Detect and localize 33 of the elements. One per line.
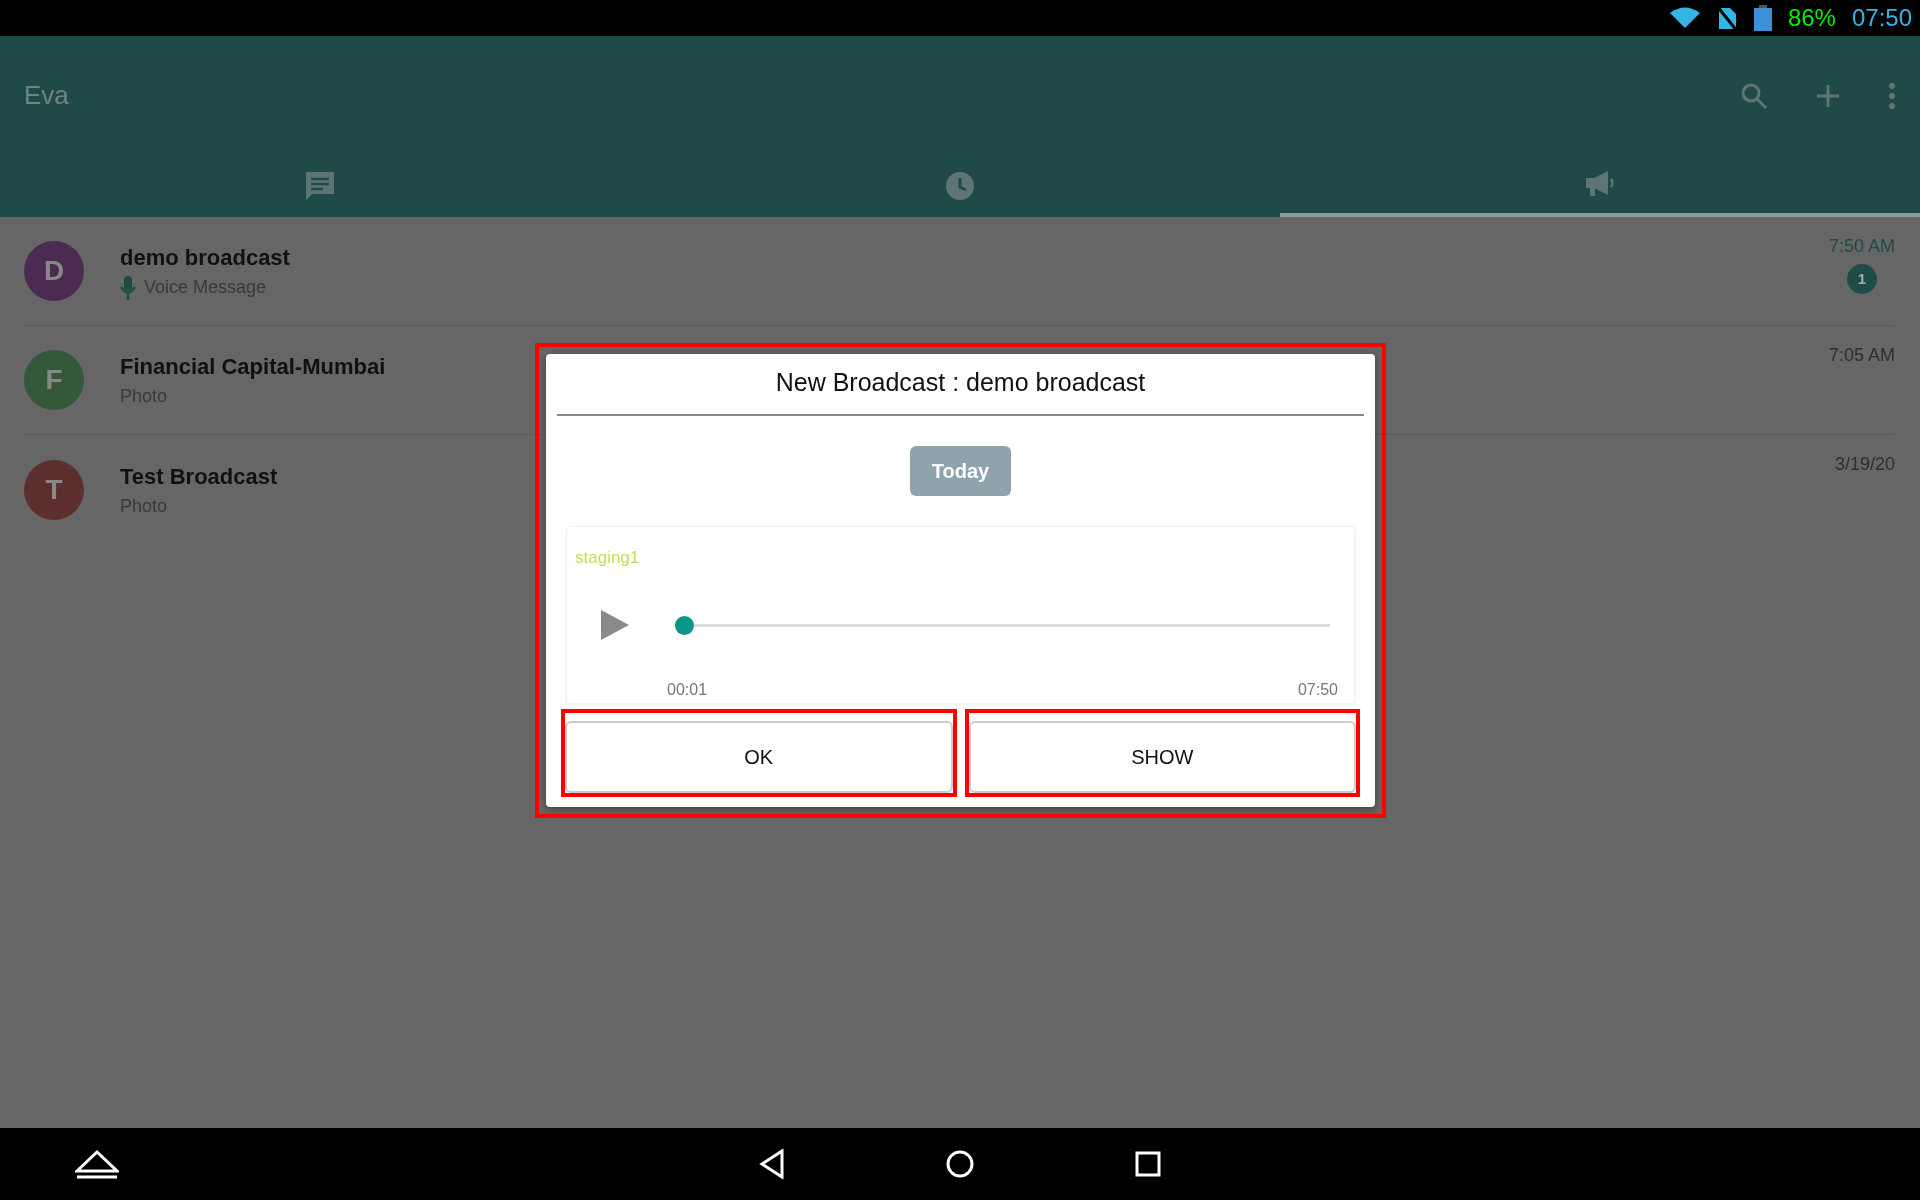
avatar: F: [24, 350, 84, 410]
timestamp: 7:50 AM: [1828, 235, 1895, 258]
battery-icon: [1753, 5, 1772, 31]
avatar: D: [24, 241, 84, 301]
dialog-button[interactable]: SHOW: [968, 721, 1356, 793]
conversation-name[interactable]: Test Broadcast: [120, 459, 278, 493]
date-chip[interactable]: Today: [909, 445, 1012, 496]
home-icon[interactable]: [945, 1149, 975, 1179]
timestamp: 3/19/20: [1834, 453, 1895, 476]
chevron-up-icon[interactable]: [75, 1149, 119, 1179]
dialog-title: New Broadcast : demo broadcast: [557, 354, 1364, 416]
conversation-name[interactable]: Financial Capital-Mumbai: [120, 350, 386, 383]
clock-icon: [944, 170, 976, 202]
avatar: T: [24, 459, 84, 520]
wifi-icon: [1669, 7, 1700, 29]
clock: 07:50: [1851, 3, 1912, 33]
sender-name: staging1: [575, 546, 640, 569]
dialog-button[interactable]: OK: [565, 721, 953, 793]
battery-percent: 86%: [1787, 3, 1836, 33]
plus-icon[interactable]: [1816, 83, 1840, 108]
unread-count-badge: 1: [1846, 264, 1877, 294]
play-icon[interactable]: [599, 608, 631, 642]
search-icon[interactable]: [1740, 81, 1768, 110]
timestamp: 7:05 AM: [1828, 344, 1895, 367]
recents-icon[interactable]: [1135, 1151, 1161, 1177]
app-title: Eva: [24, 79, 69, 112]
conversation-name[interactable]: demo broadcast: [120, 241, 290, 274]
duration-time: 07:50: [1297, 680, 1338, 700]
microphone-icon: [120, 275, 136, 300]
more-icon[interactable]: [1888, 82, 1896, 109]
elapsed-time: 00:01: [667, 680, 708, 700]
chat-icon: [304, 170, 336, 202]
back-icon[interactable]: [759, 1149, 785, 1179]
